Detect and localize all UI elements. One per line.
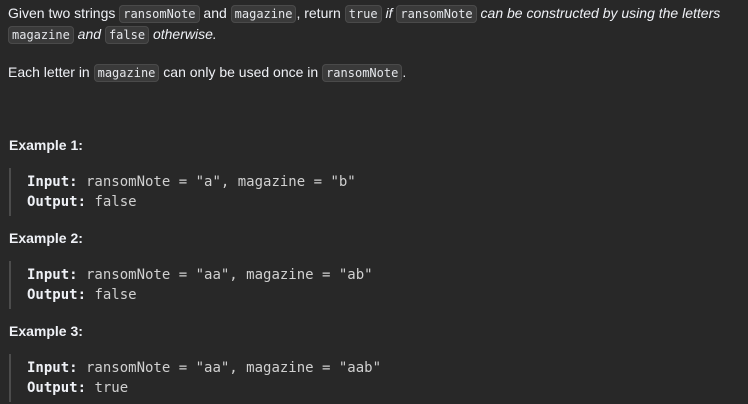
text-italic: otherwise.	[149, 26, 217, 42]
output-value: false	[86, 194, 137, 210]
example-1-title: Example 1:	[9, 137, 83, 153]
output-value: false	[86, 287, 137, 303]
problem-description: Given two strings ransomNote and magazin…	[0, 0, 748, 404]
text: .	[402, 64, 407, 80]
inline-code: magazine	[8, 26, 74, 44]
example-2-title: Example 2:	[9, 230, 83, 246]
example-1-output: Output: false	[27, 192, 739, 212]
text-italic: and	[73, 26, 105, 42]
description-line-3: Each letter in magazine can only be used…	[8, 62, 740, 84]
example-2-block: Input: ransomNote = "aa", magazine = "ab…	[9, 261, 739, 309]
output-label: Output:	[27, 380, 87, 396]
output-label: Output:	[27, 287, 87, 303]
example-1-block: Input: ransomNote = "a", magazine = "b" …	[9, 168, 739, 216]
inline-code: true	[344, 5, 382, 23]
example-1-input: Input: ransomNote = "a", magazine = "b"	[27, 172, 739, 192]
example-3-input: Input: ransomNote = "aa", magazine = "aa…	[27, 358, 739, 378]
input-value: ransomNote = "a", magazine = "b"	[77, 174, 356, 190]
output-value: true	[86, 380, 129, 396]
output-label: Output:	[27, 194, 87, 210]
example-3-title: Example 3:	[9, 323, 83, 339]
inline-code: ransomNote	[119, 5, 200, 23]
example-3-output: Output: true	[27, 378, 739, 398]
input-value: ransomNote = "aa", magazine = "aab"	[77, 360, 382, 376]
text: and	[199, 5, 231, 21]
example-2-input: Input: ransomNote = "aa", magazine = "ab…	[27, 265, 739, 285]
input-label: Input:	[27, 360, 78, 376]
description-line-2: magazine and false otherwise.	[8, 24, 740, 46]
text: can only be used once in	[159, 64, 323, 80]
text-italic: if	[381, 5, 397, 21]
text: Each letter in	[8, 64, 94, 80]
inline-code: magazine	[230, 5, 297, 23]
text: , return	[296, 5, 345, 21]
example-3-block: Input: ransomNote = "aa", magazine = "aa…	[9, 354, 739, 402]
inline-code: ransomNote	[396, 5, 477, 23]
inline-code: false	[104, 26, 150, 44]
inline-code: ransomNote	[322, 64, 403, 82]
example-2-output: Output: false	[27, 285, 739, 305]
input-value: ransomNote = "aa", magazine = "ab"	[77, 267, 373, 283]
input-label: Input:	[27, 174, 78, 190]
text: Given two strings	[8, 5, 120, 21]
inline-code: magazine	[93, 64, 160, 82]
input-label: Input:	[27, 267, 78, 283]
